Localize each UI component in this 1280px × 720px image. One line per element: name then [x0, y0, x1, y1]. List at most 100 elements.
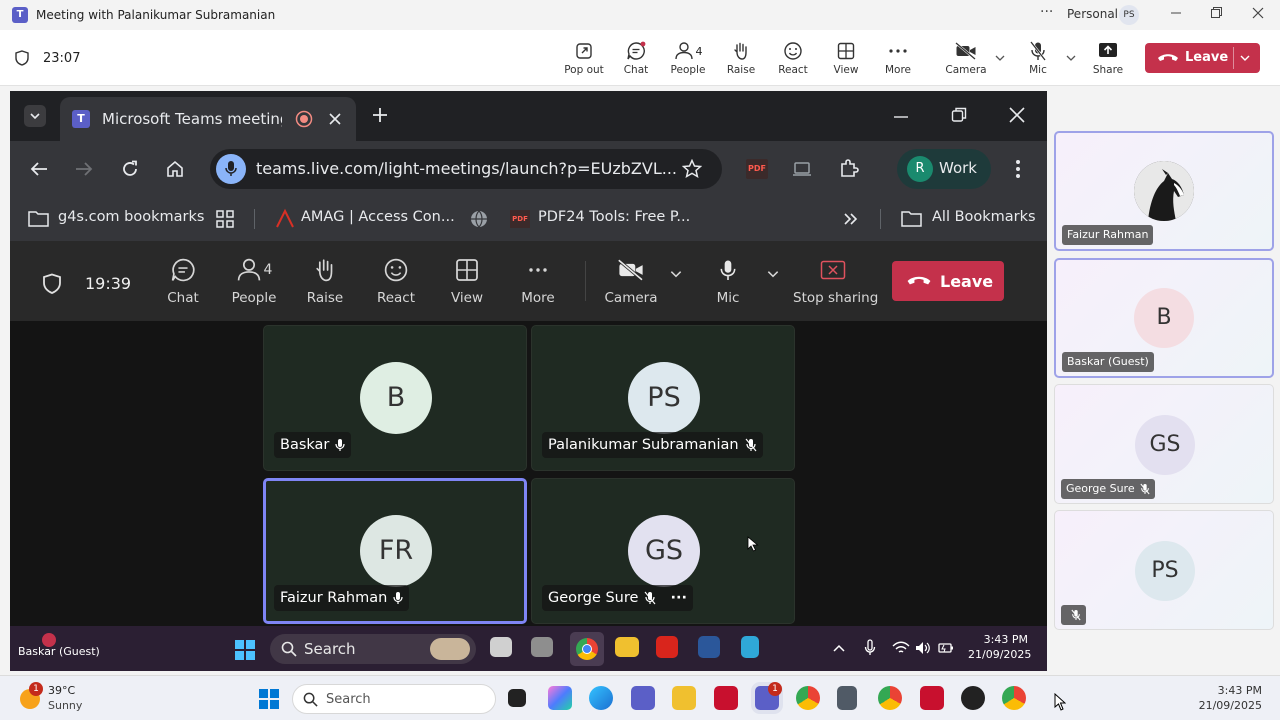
profile-label[interactable]: Personal — [1067, 7, 1118, 21]
stop-sharing-button[interactable]: Stop sharing — [793, 255, 878, 311]
profile-avatar[interactable]: PS — [1119, 5, 1139, 25]
close-icon[interactable] — [1238, 4, 1278, 26]
wifi-icon[interactable] — [892, 641, 910, 655]
browser-close-icon[interactable] — [1009, 107, 1025, 123]
people-button[interactable]: 4 People — [660, 40, 716, 80]
mic-options-chevron-down-icon[interactable] — [1065, 52, 1077, 64]
back-arrow-icon[interactable] — [30, 161, 48, 177]
mic-button[interactable]: Mic — [1010, 40, 1066, 80]
profile-work-button[interactable]: R Work — [897, 149, 991, 189]
tab-close-icon[interactable] — [328, 112, 342, 126]
chrome-profile-2-icon[interactable] — [878, 686, 902, 710]
participant-tile-faizur[interactable]: FR Faizur Rahman — [263, 478, 527, 624]
file-explorer-icon[interactable] — [615, 637, 639, 657]
app-dark-circle-icon[interactable] — [961, 686, 985, 710]
bookmark-g4s[interactable]: g4s.com bookmarks — [58, 209, 204, 225]
participant-tile-george[interactable]: GS George Sure ··· — [531, 478, 795, 624]
react-button[interactable]: React — [765, 40, 821, 80]
battery-icon[interactable] — [938, 641, 954, 655]
edge-icon[interactable] — [589, 686, 613, 710]
avatar: GS — [628, 515, 700, 587]
address-bar[interactable]: teams.live.com/light-meetings/launch?p=E… — [210, 149, 722, 189]
bookmark-pdf24[interactable]: PDF24 Tools: Free P... — [538, 209, 690, 225]
new-tab-plus-icon[interactable] — [372, 107, 388, 123]
calculator-icon[interactable] — [837, 686, 857, 710]
tray-chevron-up-icon[interactable] — [832, 643, 846, 653]
minimize-icon[interactable] — [1156, 4, 1196, 26]
camera-button[interactable]: Camera — [938, 40, 994, 80]
inner-mic-button[interactable]: Mic — [693, 255, 763, 311]
extensions-puzzle-icon[interactable] — [838, 158, 860, 180]
chrome-profile-1-icon[interactable] — [796, 686, 820, 710]
task-view-icon[interactable] — [490, 637, 512, 657]
tab-teams-meeting[interactable]: T Microsoft Teams meeting | M — [60, 97, 356, 141]
home-icon[interactable] — [166, 160, 184, 178]
task-view-icon[interactable] — [508, 689, 526, 707]
inner-camera-button[interactable]: Camera — [596, 255, 666, 311]
copilot-icon[interactable] — [548, 686, 572, 710]
inner-view-button[interactable]: View — [432, 255, 502, 311]
inner-react-button[interactable]: React — [361, 255, 431, 311]
inner-camera-options-chevron-icon[interactable] — [669, 267, 683, 281]
cast-icon[interactable] — [792, 160, 812, 178]
pdf-extension-icon[interactable]: PDF — [746, 159, 768, 179]
inner-raise-hand-button[interactable]: Raise — [290, 255, 360, 311]
view-button[interactable]: View — [818, 40, 874, 80]
panel-tile-george[interactable]: GS George Sure — [1054, 384, 1274, 504]
camera-options-chevron-down-icon[interactable] — [994, 52, 1006, 64]
panel-name-tag: Baskar (Guest) — [1062, 352, 1154, 372]
mcafee-icon[interactable] — [714, 686, 738, 710]
windows-start-icon[interactable] — [234, 639, 256, 661]
volume-icon[interactable] — [915, 641, 931, 655]
file-explorer-icon[interactable] — [672, 686, 696, 710]
inner-clock[interactable]: 3:43 PM 21/09/2025 — [968, 632, 1031, 662]
inner-taskbar-search[interactable]: Search — [270, 634, 476, 664]
leave-options-chevron-down-icon[interactable] — [1239, 52, 1251, 64]
window-more-icon[interactable]: ··· — [1040, 4, 1053, 20]
inner-people-button[interactable]: 4 People — [219, 255, 289, 311]
globe-icon — [471, 210, 487, 228]
browser-menu-icon[interactable] — [1015, 159, 1021, 179]
leave-button[interactable]: Leave — [1145, 43, 1260, 73]
participant-more-icon[interactable]: ··· — [670, 585, 687, 611]
chrome-profile-3-icon[interactable] — [1002, 686, 1026, 710]
share-button[interactable]: Share — [1080, 40, 1136, 80]
word-icon[interactable] — [698, 636, 720, 658]
bookmarks-overflow-chevron-icon[interactable] — [843, 212, 859, 226]
inner-leave-button[interactable]: Leave — [892, 261, 1004, 301]
participant-tile-palanikumar[interactable]: PS Palanikumar Subramanian — [531, 325, 795, 471]
app-window-icon[interactable] — [531, 637, 553, 657]
reload-icon[interactable] — [121, 160, 139, 178]
panel-tile-palanikumar[interactable]: PS — [1054, 510, 1274, 630]
all-bookmarks[interactable]: All Bookmarks — [932, 209, 1036, 225]
inner-chat-button[interactable]: Chat — [148, 255, 218, 311]
browser-restore-icon[interactable] — [951, 107, 967, 123]
browser-tab-bar: T Microsoft Teams meeting | M — [10, 91, 1047, 141]
windows-start-icon[interactable] — [258, 688, 280, 710]
chrome-active-slot[interactable] — [570, 632, 604, 666]
tab-search-chevron-down-icon[interactable] — [24, 105, 46, 127]
pdf24-icon[interactable] — [920, 686, 944, 710]
notepad-icon[interactable] — [741, 636, 759, 658]
teams-icon[interactable] — [631, 686, 655, 710]
apps-grid-icon[interactable] — [216, 210, 234, 228]
inner-more-button[interactable]: More — [503, 255, 573, 311]
restore-icon[interactable] — [1196, 4, 1236, 26]
participant-tile-baskar[interactable]: B Baskar — [263, 325, 527, 471]
forward-arrow-icon[interactable] — [75, 161, 93, 177]
pop-out-button[interactable]: Pop out — [556, 40, 612, 80]
bookmark-amag[interactable]: AMAG | Access Con... — [301, 209, 455, 225]
inner-mic-options-chevron-icon[interactable] — [766, 267, 780, 281]
bookmark-star-icon[interactable] — [682, 159, 702, 179]
acrobat-icon[interactable] — [656, 636, 678, 658]
more-button[interactable]: More — [870, 40, 926, 80]
chat-button[interactable]: Chat — [608, 40, 664, 80]
voice-search-icon[interactable] — [216, 154, 246, 184]
panel-tile-baskar-guest[interactable]: B Baskar (Guest) — [1054, 258, 1274, 378]
browser-minimize-icon[interactable] — [893, 109, 909, 125]
taskbar-search[interactable]: Search — [292, 684, 496, 714]
taskbar-clock[interactable]: 3:43 PM 21/09/2025 — [1198, 683, 1262, 713]
raise-hand-button[interactable]: Raise — [713, 40, 769, 80]
panel-tile-faizur[interactable]: Faizur Rahman — [1054, 131, 1274, 251]
tray-mic-icon[interactable] — [864, 639, 876, 657]
